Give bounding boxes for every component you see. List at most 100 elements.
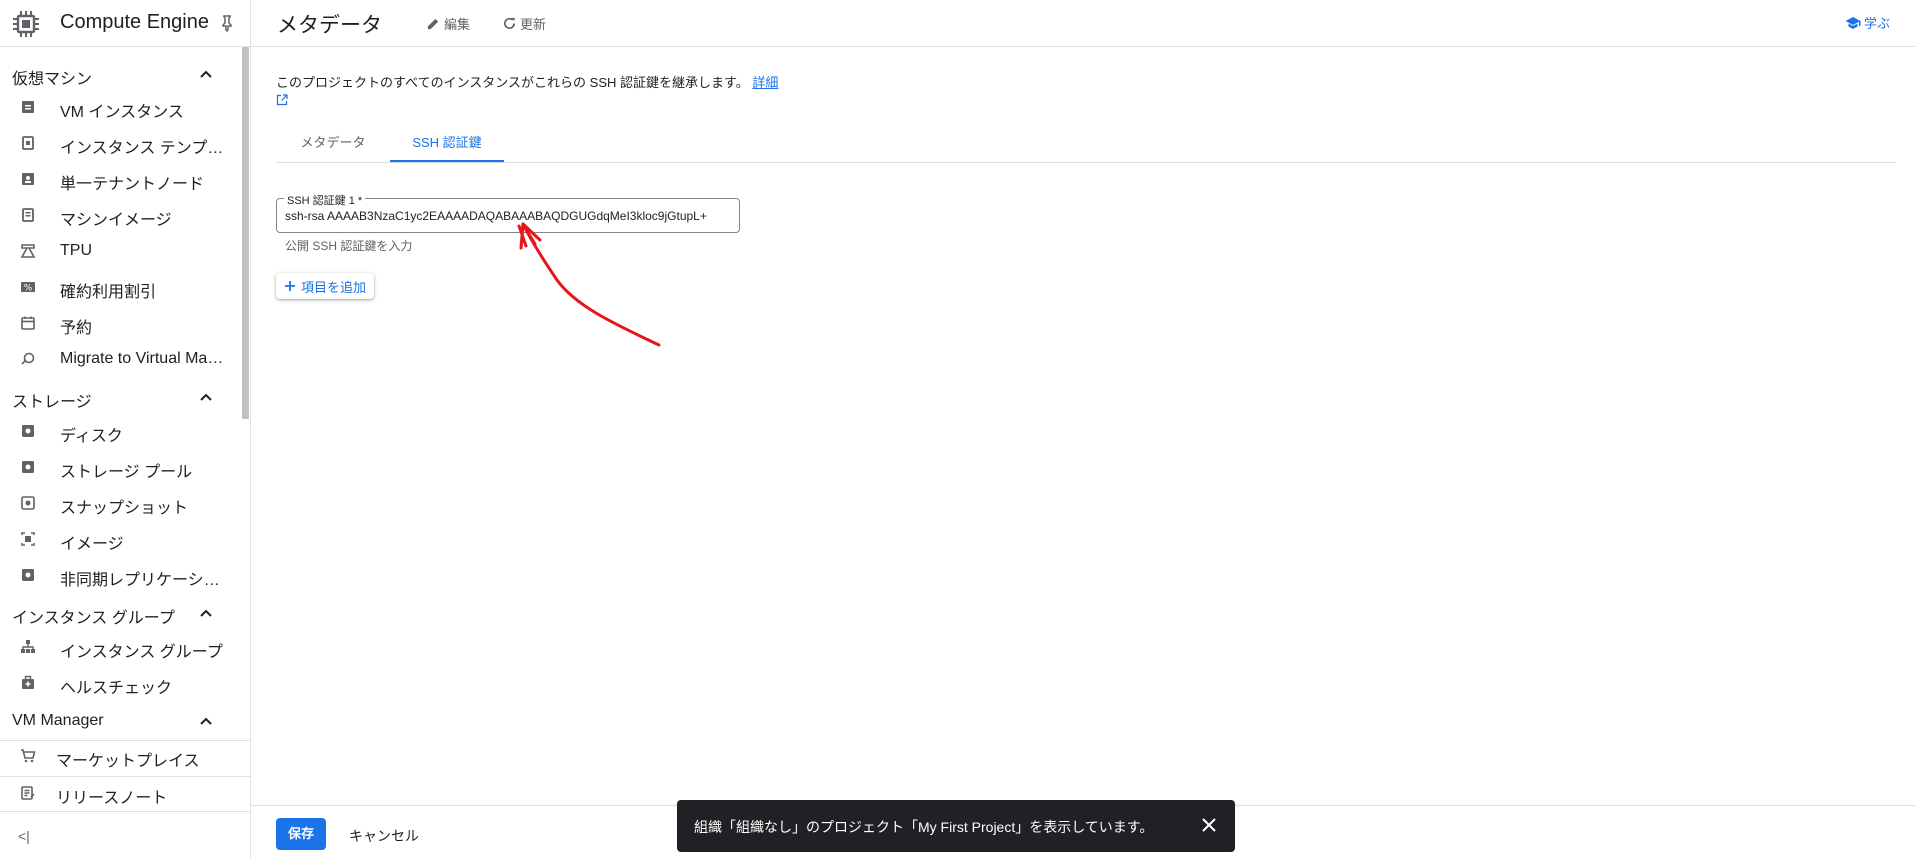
sidebar-item-committed-use-discounts[interactable]: % 確約利用割引 (0, 269, 240, 305)
sidebar-item-release-notes[interactable]: リリースノート (0, 775, 240, 811)
sidebar-item-label: TPU (60, 242, 92, 259)
edit-button[interactable]: 編集 (426, 14, 470, 33)
cancel-button[interactable]: キャンセル (349, 826, 419, 846)
chevron-up-icon[interactable] (198, 67, 214, 83)
snapshot-icon (21, 496, 35, 510)
pin-icon[interactable] (218, 14, 236, 32)
sidebar-item-label: ストレージ プール (60, 464, 193, 481)
sidebar-item-health-checks[interactable]: ヘルスチェック (0, 665, 240, 701)
refresh-icon (504, 17, 516, 29)
plus-icon (285, 281, 295, 291)
save-button[interactable]: 保存 (276, 818, 326, 850)
sidebar-item-marketplace[interactable]: マーケットプレイス (0, 738, 240, 774)
sidebar-item-instance-templates[interactable]: インスタンス テンプレ... (0, 125, 240, 161)
description-text: このプロジェクトのすべてのインスタンスがこれらの SSH 認証鍵を継承します。 (276, 75, 749, 90)
page-title: メタデータ (277, 14, 382, 37)
section-label: ストレージ (12, 394, 92, 411)
percent-icon: % (21, 282, 35, 294)
snackbar: 組織「組織なし」のプロジェクト「My First Project」を表示していま… (677, 800, 1235, 852)
sidebar-item-label: ヘルスチェック (60, 680, 173, 697)
edit-label: 編集 (444, 17, 471, 32)
open-in-new-icon[interactable] (276, 94, 288, 106)
release-notes-icon (21, 786, 35, 800)
chevron-up-icon[interactable] (198, 606, 214, 622)
sidebar-item-sole-tenant-nodes[interactable]: 単一テナントノード (0, 161, 240, 197)
tab-metadata[interactable]: メタデータ (276, 128, 390, 162)
sole-tenant-icon (22, 173, 34, 185)
vm-instance-icon (22, 101, 34, 113)
sidebar-item-label: インスタンス テンプレ... (60, 140, 230, 157)
learn-label: 学ぶ (1863, 16, 1890, 31)
sidebar-item-label: 非同期レプリケーション (60, 572, 230, 589)
close-icon[interactable] (1201, 817, 1217, 833)
sidebar-item-images[interactable]: イメージ (0, 521, 240, 557)
sidebar-item-label: リリースノート (56, 790, 168, 807)
sidebar-item-storage-pools[interactable]: ストレージ プール (0, 449, 240, 485)
sidebar-item-machine-images[interactable]: マシンイメージ (0, 197, 240, 233)
sidebar-item-label: インスタンス グループ (60, 644, 223, 661)
pencil-icon (427, 18, 439, 30)
sidebar-item-disks[interactable]: ディスク (0, 413, 240, 449)
storage-pool-icon (22, 461, 34, 473)
add-item-button[interactable]: 項目を追加 (276, 273, 375, 299)
tab-bar: メタデータ SSH 認証鍵 (276, 128, 1896, 163)
machine-image-icon (22, 208, 34, 222)
sidebar-item-label: 単一テナントノード (60, 176, 205, 193)
sidebar-item-instance-groups[interactable]: インスタンス グループ (0, 629, 240, 665)
sidebar-item-label: マシンイメージ (60, 212, 172, 229)
sidebar-item-label: Migrate to Virtual Mach... (60, 350, 230, 367)
ssh-key-hint: 公開 SSH 認証鍵を入力 (285, 239, 413, 253)
refresh-button[interactable]: 更新 (502, 14, 546, 33)
compute-engine-icon (13, 11, 39, 37)
description: このプロジェクトのすべてのインスタンスがこれらの SSH 認証鍵を継承します。 … (276, 72, 778, 91)
snackbar-message: 組織「組織なし」のプロジェクト「My First Project」を表示していま… (694, 819, 1154, 835)
section-label: 仮想マシン (12, 71, 93, 88)
sidebar-item-label: 予約 (60, 320, 93, 337)
instance-group-icon (21, 640, 35, 653)
ssh-key-label: SSH 認証鍵 1 * (284, 192, 366, 208)
tab-ssh-keys[interactable]: SSH 認証鍵 (390, 128, 504, 162)
main-content: このプロジェクトのすべてのインスタンスがこれらの SSH 認証鍵を継承します。 … (251, 47, 1916, 805)
top-bar: メタデータ 編集 更新 学ぶ (251, 0, 1916, 47)
sidebar: Compute Engine 仮想マシン VM インスタンス インスタンス テン… (0, 0, 251, 858)
sidebar-header: Compute Engine (0, 0, 250, 47)
section-storage[interactable]: ストレージ (0, 382, 240, 412)
health-check-icon (22, 675, 34, 689)
ssh-key-input[interactable] (285, 209, 733, 223)
svg-text:%: % (24, 284, 33, 294)
section-label: VM Manager (12, 712, 104, 729)
learn-button[interactable]: 学ぶ (1845, 13, 1890, 32)
sidebar-item-label: マーケットプレイス (56, 753, 200, 770)
sidebar-scrollbar[interactable] (242, 47, 249, 419)
sidebar-item-migrate[interactable]: Migrate to Virtual Mach... (0, 341, 240, 377)
product-title[interactable]: Compute Engine (60, 11, 209, 34)
image-icon (21, 532, 35, 546)
divider (0, 811, 250, 812)
section-instance-groups[interactable]: インスタンス グループ (0, 598, 240, 628)
sidebar-nav: 仮想マシン VM インスタンス インスタンス テンプレ... 単一テナントノード… (0, 47, 250, 809)
refresh-label: 更新 (520, 17, 547, 32)
graduation-cap-icon (1845, 16, 1861, 29)
replication-icon (22, 569, 34, 581)
add-item-label: 項目を追加 (301, 279, 367, 295)
section-virtual-machines[interactable]: 仮想マシン (0, 59, 240, 89)
sidebar-item-vm-instances[interactable]: VM インスタンス (0, 89, 240, 125)
section-vm-manager[interactable]: VM Manager (0, 706, 240, 736)
calendar-icon (21, 316, 35, 330)
collapse-sidebar-button[interactable]: <| (18, 828, 30, 844)
sidebar-item-async-replication[interactable]: 非同期レプリケーション (0, 557, 240, 593)
sidebar-item-label: 確約利用割引 (60, 284, 157, 301)
sidebar-item-label: イメージ (60, 536, 124, 553)
chevron-up-icon[interactable] (198, 390, 214, 406)
sidebar-item-label: ディスク (60, 428, 123, 445)
sidebar-item-snapshots[interactable]: スナップショット (0, 485, 240, 521)
chevron-up-icon[interactable] (198, 714, 214, 730)
sidebar-item-tpu[interactable]: TPU (0, 233, 240, 269)
template-icon (22, 136, 34, 150)
tpu-icon (20, 244, 36, 258)
migrate-icon (21, 352, 35, 365)
section-label: インスタンス グループ (12, 610, 175, 627)
sidebar-item-label: スナップショット (60, 500, 189, 517)
details-link[interactable]: 詳細 (752, 75, 778, 90)
sidebar-item-reservations[interactable]: 予約 (0, 305, 240, 341)
